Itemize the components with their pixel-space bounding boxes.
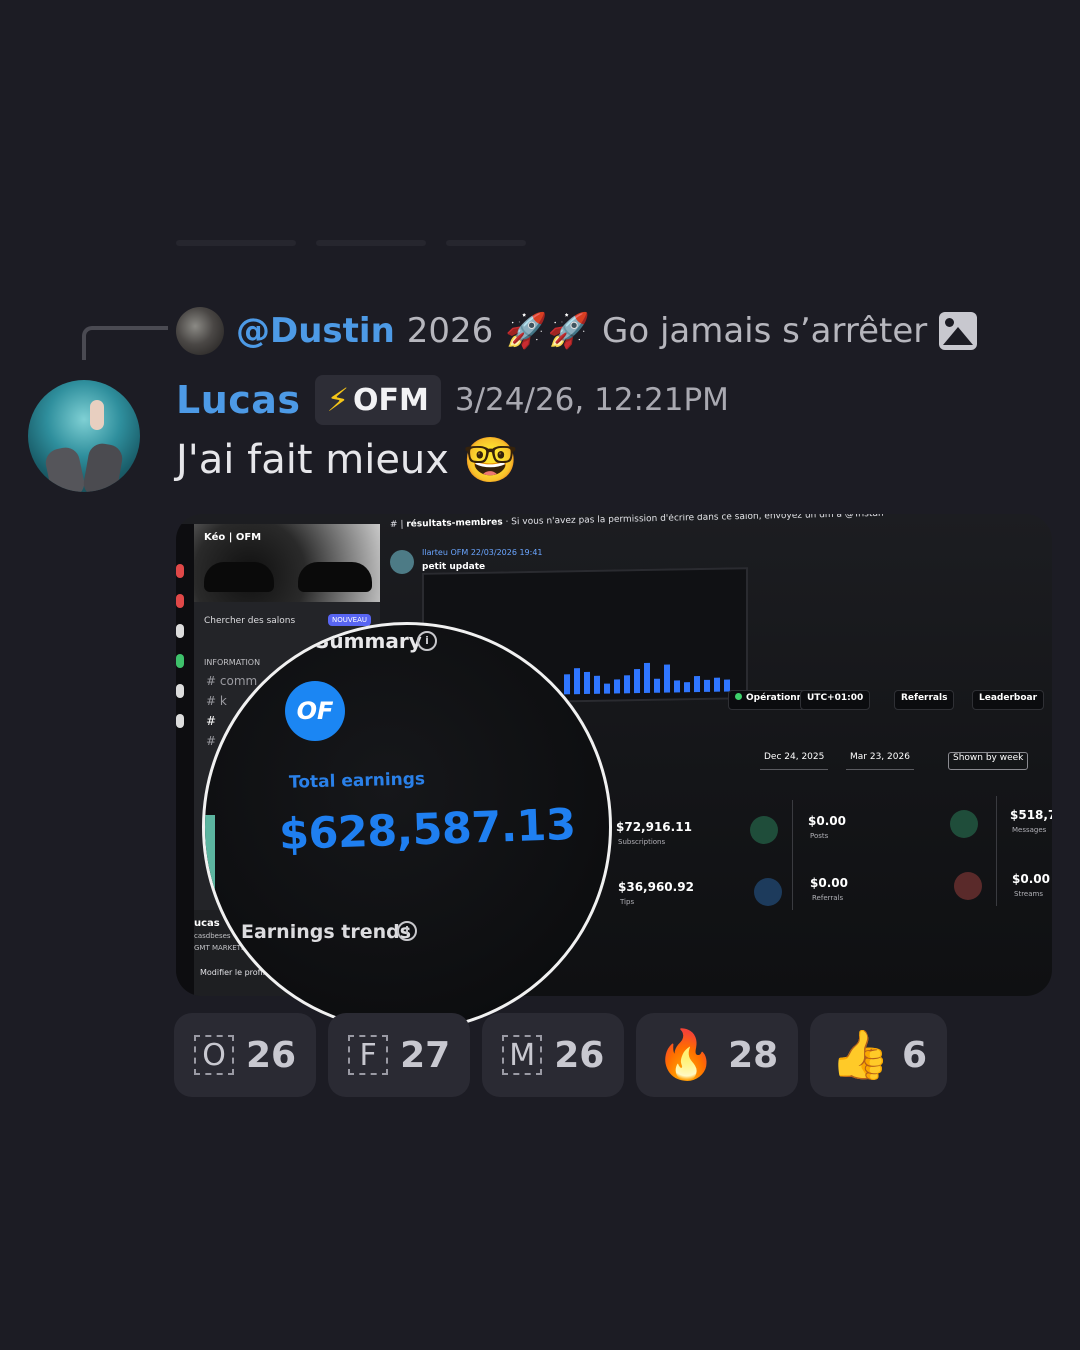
info-icon: i [397,921,417,941]
channel-item: # k [206,694,227,708]
reply-username[interactable]: @Dustin [236,311,395,351]
date-end: Mar 23, 2026 [846,752,914,770]
letter-o-icon: O [194,1035,234,1075]
edit-profile: Modifier le profil [200,968,265,977]
reaction-count: 26 [554,1034,605,1076]
lightning-bolt-icon: ⚡ [326,381,350,419]
leaderboard-pill: Leaderboar [972,690,1045,710]
info-icon: i [417,631,437,651]
referrals-pill: Referrals [894,690,955,710]
reply-text-year: 2026 [406,311,494,351]
stat-messages-value: $518,7 [1010,808,1052,822]
reaction-f[interactable]: F 27 [328,1013,471,1097]
channel-item: # [206,734,217,748]
stat-messages-label: Messages [1012,826,1047,834]
channel-header: # | résultats-membres · Si vous n'avez p… [389,514,884,530]
subscriptions-icon [750,816,778,844]
user-tag-badge[interactable]: ⚡ OFM [314,375,441,425]
total-earnings-value: $628,587.13 [278,799,577,861]
reaction-count: 26 [246,1034,297,1076]
posts-icon [950,810,978,838]
inner-avatar [390,550,414,574]
total-earnings-label: Total earnings [288,769,426,793]
info-category: INFORMATION [204,658,261,667]
server-banner: Kéo | OFM [194,524,380,602]
panel-handle: casdbeses [194,932,231,940]
channel-item: # comm [206,674,258,688]
tag-label: OFM [353,382,429,418]
stat-subscriptions-label: Subscriptions [618,838,666,846]
stat-posts-value: $0.00 [808,814,846,828]
stat-subscriptions-value: $72,916.11 [616,820,692,834]
fire-icon: 🔥 [656,1027,717,1083]
onlyfans-logo-icon: OF [285,681,345,741]
stat-streams-value: $0.00 [1012,872,1050,886]
message-body: J'ai fait mieux 🤓 [176,432,518,488]
reaction-thumbs-up[interactable]: 👍 6 [810,1013,948,1097]
message-text: J'ai fait mieux [176,437,449,483]
reply-preview[interactable]: @Dustin 2026 🚀🚀 Go jamais s’arrêter [176,306,978,356]
date-start: Dec 24, 2025 [760,752,829,770]
stat-tips-label: Tips [620,898,635,906]
shown-by-select: Shown by week [948,752,1029,770]
thumbs-up-icon: 👍 [830,1027,890,1083]
inner-message: petit update [422,562,486,572]
reaction-count: 6 [901,1034,928,1076]
inner-author: Ilarteu OFM 22/03/2026 19:41 [422,548,543,557]
reaction-count: 28 [728,1034,779,1076]
letter-m-icon: M [502,1035,543,1075]
server-name: Kéo | OFM [204,532,262,543]
timezone-pill: UTC+01:00 [800,690,871,710]
stat-tips-value: $36,960.92 [618,880,694,894]
reaction-m[interactable]: M 26 [482,1013,625,1097]
stat-referrals-value: $0.00 [810,876,848,890]
earnings-trends-label: Earnings trends [241,921,412,943]
tips-icon [754,878,782,906]
reply-avatar[interactable] [176,307,224,355]
stat-posts-label: Posts [810,832,829,840]
nerd-face-emoji: 🤓 [462,435,518,486]
server-rail [176,524,194,996]
reactions-bar: O 26 F 27 M 26 🔥 28 👍 6 [174,1013,948,1097]
summary-label: Summary [315,629,422,653]
reaction-o[interactable]: O 26 [174,1013,317,1097]
previous-message-remnant [176,240,526,246]
reply-text: Go jamais s’arrêter [601,311,928,351]
channel-search: Chercher des salons [204,616,296,626]
letter-f-icon: F [348,1035,389,1075]
reply-connector-line [82,326,168,360]
rocket-emoji: 🚀🚀 [505,311,590,351]
stat-streams-label: Streams [1014,890,1043,898]
message-username[interactable]: Lucas [176,378,301,422]
message-timestamp: 3/24/26, 12:21PM [454,382,729,418]
referrals-icon [954,872,982,900]
new-badge: NOUVEAU [328,614,371,626]
image-icon [939,312,978,350]
magnifier-zoom: Summary i OF Total earnings $628,587.13 … [202,622,612,1032]
stat-referrals-label: Referrals [812,894,844,902]
message-header: Lucas ⚡ OFM 3/24/26, 12:21PM [176,372,729,428]
reaction-count: 27 [400,1034,451,1076]
user-avatar[interactable] [28,380,140,492]
reaction-fire[interactable]: 🔥 28 [636,1013,799,1097]
channel-item-active: # [206,714,217,728]
